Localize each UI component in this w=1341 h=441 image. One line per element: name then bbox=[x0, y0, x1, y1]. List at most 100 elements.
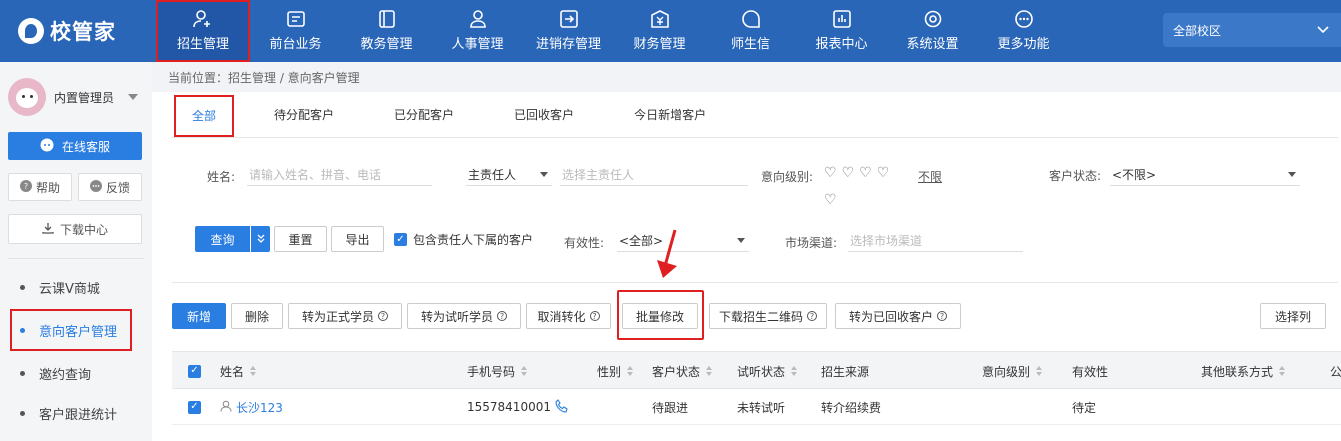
tab-recycled[interactable]: 已回收客户 bbox=[494, 92, 594, 137]
sort-icon[interactable] bbox=[791, 366, 798, 376]
heart-icon[interactable]: ♡ bbox=[824, 192, 837, 208]
query-dropdown-toggle[interactable] bbox=[250, 226, 270, 252]
select-columns-button[interactable]: 选择列 bbox=[1260, 303, 1326, 329]
select-all-checkbox[interactable]: ✓ bbox=[188, 352, 201, 390]
column-header-label: 其他联系方式 bbox=[1201, 364, 1274, 379]
user-menu[interactable]: 内置管理员 bbox=[0, 62, 152, 132]
online-service-button[interactable]: 在线客服 bbox=[8, 132, 142, 160]
intent-unlimited-link[interactable]: 不限 bbox=[918, 168, 942, 185]
svg-text:?: ? bbox=[24, 182, 28, 191]
checkbox-checked-icon: ✓ bbox=[394, 233, 407, 246]
campus-label: 全部校区 bbox=[1173, 23, 1222, 38]
nav-item-inventory[interactable]: 进销存管理 bbox=[523, 0, 614, 62]
help-label: 帮助 bbox=[35, 180, 60, 195]
download-qr-label: 下载招生二维码 bbox=[718, 309, 803, 324]
validity: 待定 bbox=[1072, 400, 1097, 415]
sort-icon[interactable] bbox=[1036, 366, 1043, 376]
feedback-button[interactable]: 反馈 bbox=[78, 173, 142, 201]
double-chevron-icon bbox=[257, 232, 265, 246]
nav-item-settings[interactable]: 系统设置 bbox=[887, 0, 978, 62]
nav-item-enrollment[interactable]: 招生管理 bbox=[156, 0, 250, 62]
campus-select[interactable]: 全部校区 bbox=[1163, 13, 1341, 47]
column-header-trial-status[interactable]: 试听状态 bbox=[737, 352, 798, 390]
column-header-validity[interactable]: 有效性 bbox=[1072, 352, 1108, 390]
column-header-gender[interactable]: 性别 bbox=[597, 352, 634, 390]
nav-item-hr[interactable]: 人事管理 bbox=[432, 0, 523, 62]
nav-item-messages[interactable]: 师生信 bbox=[705, 0, 796, 62]
column-header-name[interactable]: 姓名 bbox=[220, 352, 257, 390]
tab-assigned[interactable]: 已分配客户 bbox=[374, 92, 474, 137]
include-sub-checkbox[interactable]: ✓ 包含责任人下属的客户 bbox=[394, 231, 533, 248]
logo[interactable]: 校管家 bbox=[0, 0, 152, 62]
column-header-other-contact[interactable]: 其他联系方式 bbox=[1201, 352, 1286, 390]
download-icon bbox=[42, 222, 54, 237]
chevron-down-icon bbox=[1317, 23, 1329, 37]
nav-item-reports[interactable]: 报表中心 bbox=[796, 0, 887, 62]
to-formal-student-button[interactable]: 转为正式学员 ? bbox=[288, 303, 402, 329]
trial-status: 未转试听 bbox=[737, 400, 786, 415]
table-header: ✓ 姓名 手机号码 性别 客户状态 试听状态 招生来源 意向级别 有效性 其他联… bbox=[172, 351, 1341, 389]
column-header-source[interactable]: 招生来源 bbox=[821, 352, 869, 390]
tab-unassigned[interactable]: 待分配客户 bbox=[254, 92, 354, 137]
nav-label: 进销存管理 bbox=[535, 37, 601, 52]
customer-name-link[interactable]: 长沙123 bbox=[220, 389, 283, 425]
nav-item-more[interactable]: 更多功能 bbox=[978, 0, 1069, 62]
sort-icon[interactable] bbox=[521, 366, 528, 376]
name-search-input[interactable]: 请输入姓名、拼音、电话 bbox=[247, 164, 432, 186]
row-checkbox[interactable]: ✓ bbox=[188, 389, 201, 425]
download-qr-button[interactable]: 下载招生二维码 ? bbox=[709, 303, 827, 329]
heart-icon[interactable]: ♡ bbox=[842, 165, 855, 181]
column-header-public[interactable]: 公 bbox=[1330, 352, 1341, 390]
customer-name: 长沙123 bbox=[236, 400, 283, 415]
help-button[interactable]: ? 帮助 bbox=[8, 173, 72, 201]
sort-icon[interactable] bbox=[1279, 366, 1286, 376]
phone-icon[interactable] bbox=[555, 398, 569, 416]
batch-edit-button[interactable]: 批量修改 bbox=[622, 303, 698, 329]
nav-label: 更多功能 bbox=[997, 37, 1050, 52]
heart-icon[interactable]: ♡ bbox=[859, 165, 872, 181]
cancel-convert-button[interactable]: 取消转化 ? bbox=[526, 303, 611, 329]
sidebar-item-label: 客户跟进统计 bbox=[39, 407, 118, 423]
owner-type-select[interactable]: 主责任人 bbox=[466, 164, 552, 186]
sidebar-item-followup-stats[interactable]: 客户跟进统计 bbox=[0, 393, 152, 433]
feedback-icon bbox=[89, 179, 102, 195]
tab-all[interactable]: 全部 bbox=[174, 95, 235, 137]
to-recycled-button[interactable]: 转为已回收客户 ? bbox=[835, 303, 961, 329]
customer-status-select[interactable]: <不限> bbox=[1110, 164, 1300, 186]
download-center-button[interactable]: 下载中心 bbox=[8, 214, 142, 244]
intent-rating-extra[interactable]: ♡ bbox=[824, 192, 837, 208]
nav-item-academic[interactable]: 教务管理 bbox=[341, 0, 432, 62]
column-header-phone[interactable]: 手机号码 bbox=[467, 352, 528, 390]
customer-phone: 15578410001 bbox=[467, 389, 569, 425]
channel-placeholder: 选择市场渠道 bbox=[850, 234, 923, 248]
table-row[interactable]: ✓ 长沙123 15578410001 待跟进 未转试听 转介绍续费 待定 bbox=[172, 389, 1341, 425]
heart-icon[interactable]: ♡ bbox=[877, 165, 890, 181]
tab-today-new[interactable]: 今日新增客户 bbox=[614, 92, 726, 137]
sidebar-item-mall[interactable]: 云课V商城 bbox=[0, 267, 152, 307]
name-label: 姓名: bbox=[207, 170, 236, 184]
person-icon bbox=[220, 400, 232, 415]
sort-icon[interactable] bbox=[250, 366, 257, 376]
channel-input[interactable]: 选择市场渠道 bbox=[848, 230, 1023, 252]
add-button[interactable]: 新增 bbox=[172, 303, 226, 329]
sidebar-item-prospects[interactable]: 意向客户管理 bbox=[8, 307, 134, 353]
sidebar-item-label: 邀约查询 bbox=[39, 367, 92, 383]
nav-item-front-desk[interactable]: 前台业务 bbox=[250, 0, 341, 62]
sort-icon[interactable] bbox=[706, 366, 713, 376]
sort-icon[interactable] bbox=[627, 366, 634, 376]
sidebar-item-label: 意向客户管理 bbox=[39, 324, 118, 340]
top-nav: 校管家 招生管理 前台业务 教务管理 人事管理 进销存管理 财务管理 师生信 报… bbox=[0, 0, 1341, 62]
owner-input[interactable]: 选择主责任人 bbox=[560, 164, 748, 186]
sidebar-item-invitations[interactable]: 邀约查询 bbox=[0, 353, 152, 393]
export-button[interactable]: 导出 bbox=[331, 226, 384, 252]
filter-panel: 姓名: 请输入姓名、拼音、电话 主责任人 选择主责任人 意向级别: ♡ ♡ ♡ … bbox=[152, 138, 1341, 270]
to-trial-student-button[interactable]: 转为试听学员 ? bbox=[407, 303, 521, 329]
column-header-intent[interactable]: 意向级别 bbox=[982, 352, 1043, 390]
heart-icon[interactable]: ♡ bbox=[824, 165, 837, 181]
nav-item-finance[interactable]: 财务管理 bbox=[614, 0, 705, 62]
reset-button[interactable]: 重置 bbox=[274, 226, 327, 252]
column-header-label: 性别 bbox=[597, 364, 622, 379]
intent-rating[interactable]: ♡ ♡ ♡ ♡ bbox=[824, 165, 889, 181]
delete-button[interactable]: 删除 bbox=[231, 303, 283, 329]
column-header-status[interactable]: 客户状态 bbox=[652, 352, 713, 390]
